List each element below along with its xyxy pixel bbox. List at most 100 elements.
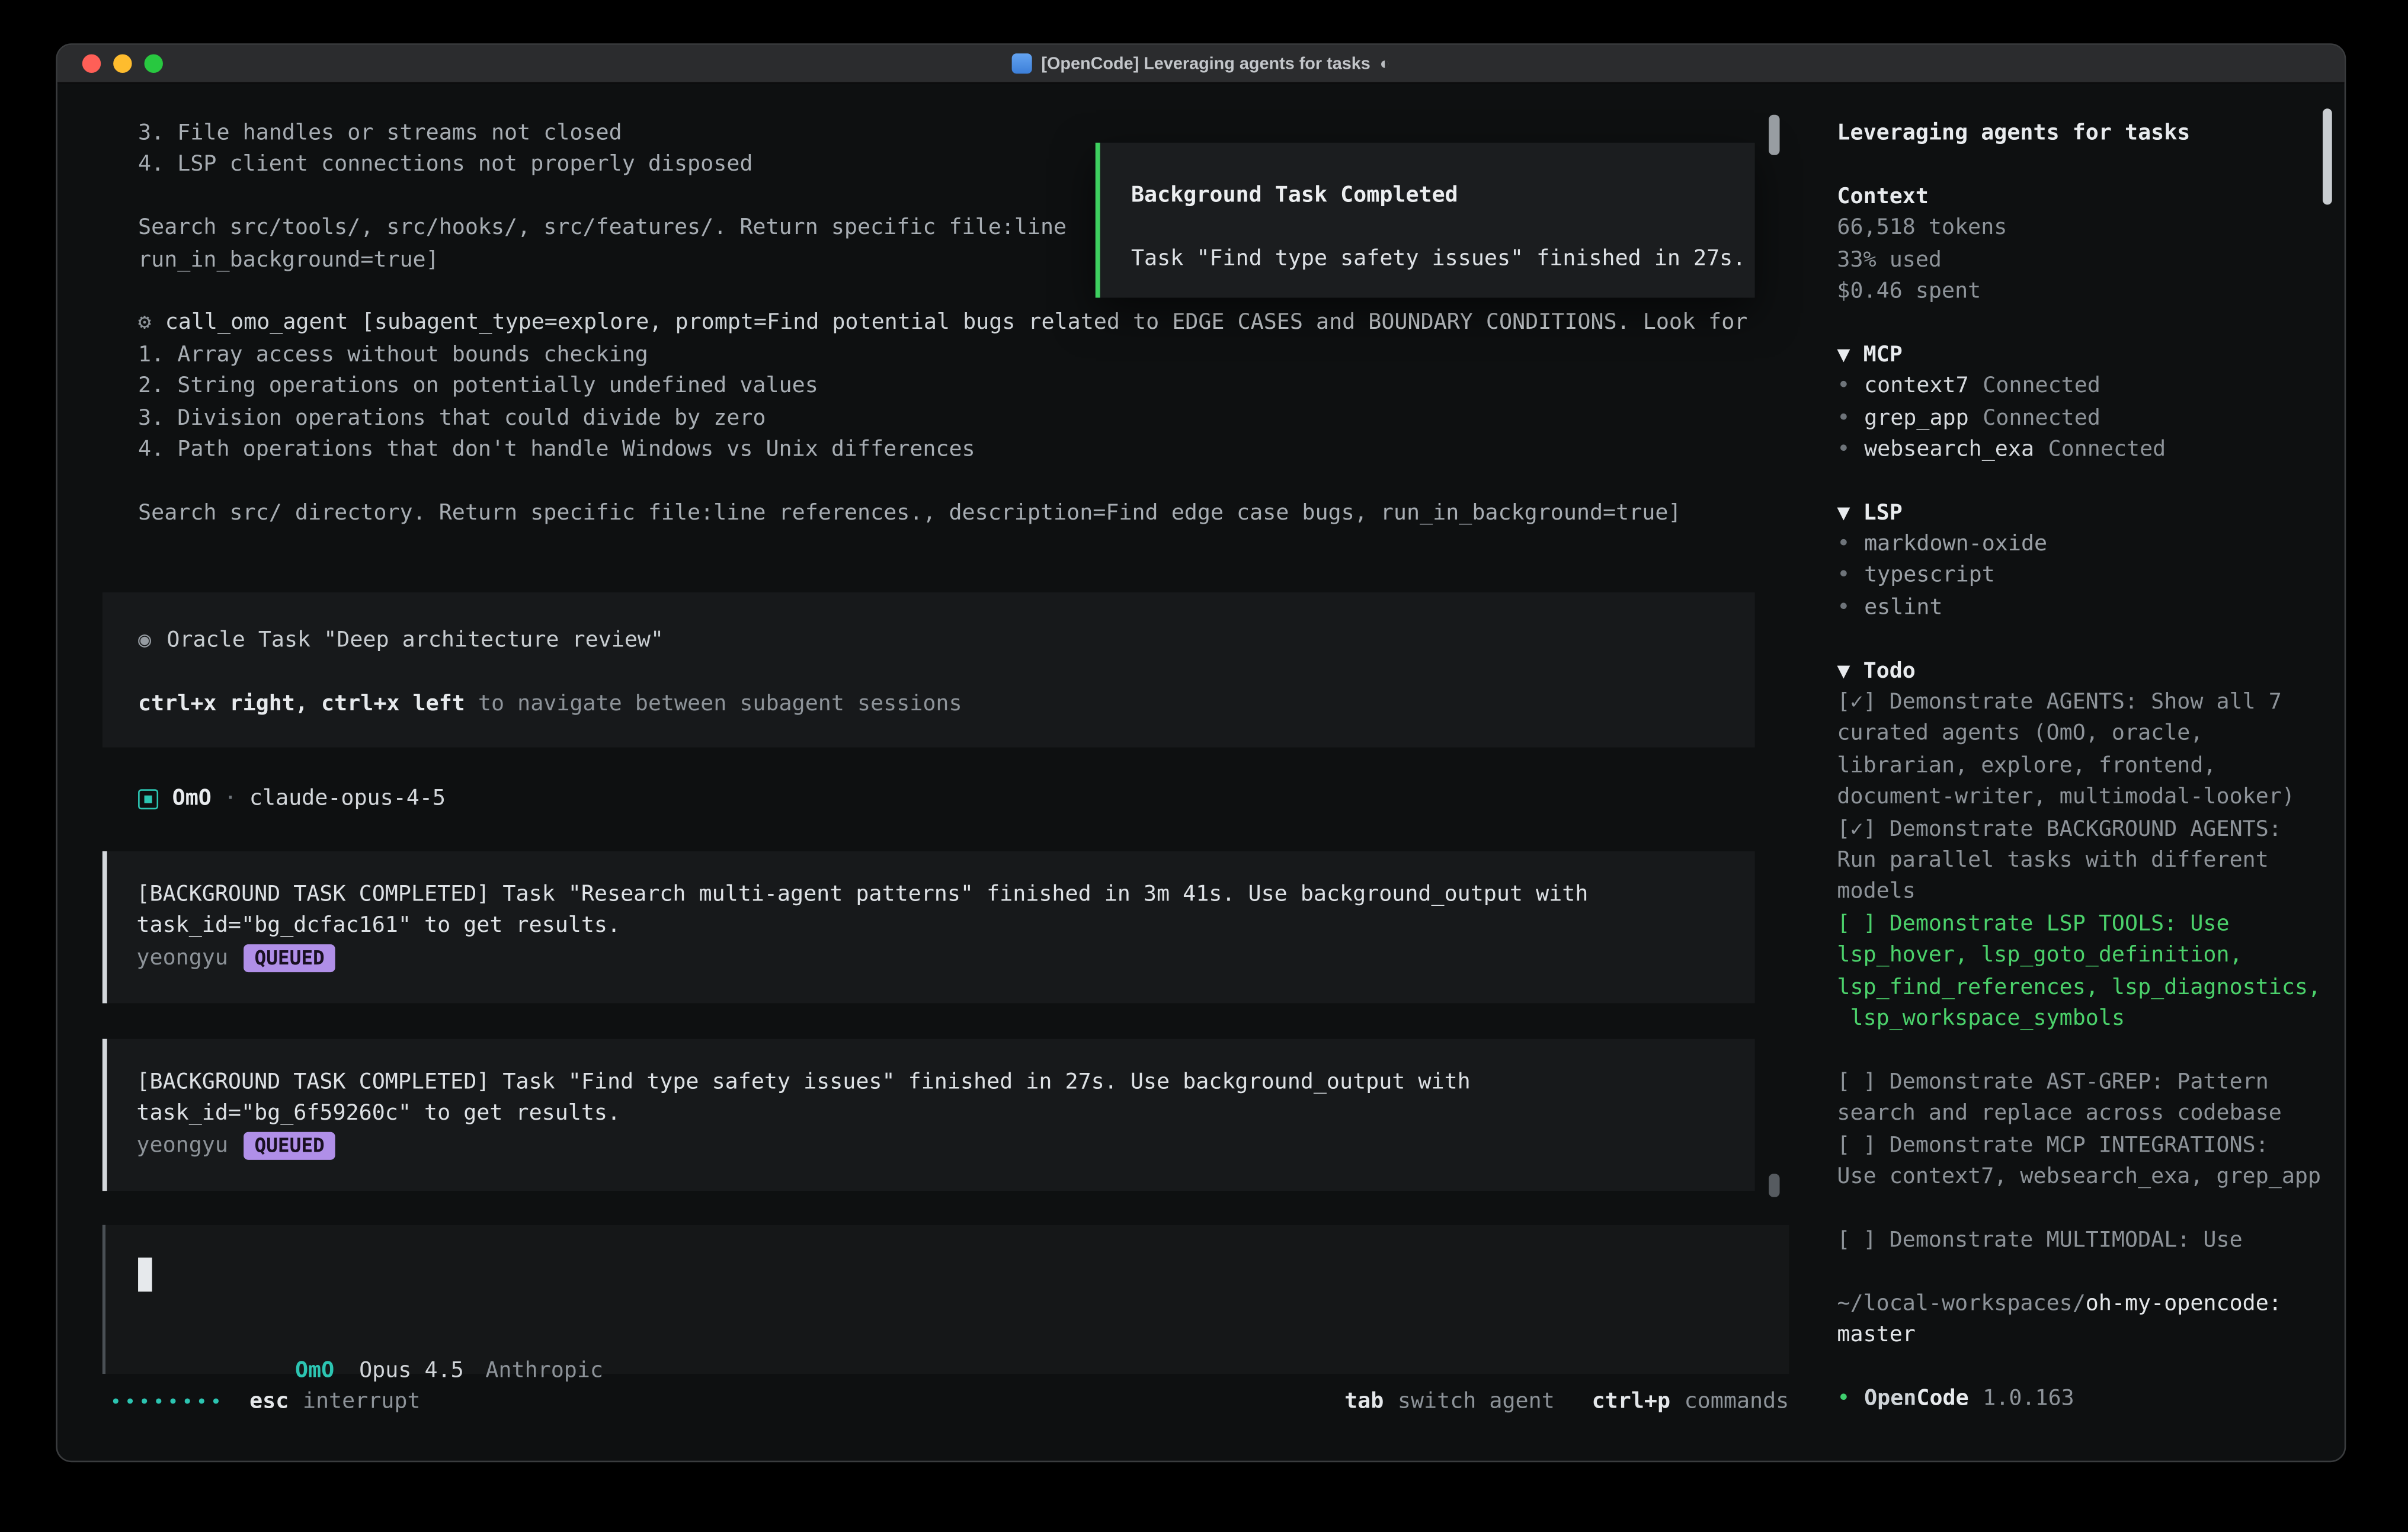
close-window-button[interactable] <box>82 55 101 73</box>
mcp-item: • grep_app Connected <box>1837 402 2324 434</box>
bullet-icon: • <box>1837 595 1850 620</box>
terminal-pane[interactable]: 3. File handles or streams not closed 4.… <box>57 84 1814 1460</box>
oracle-task-card[interactable]: ◉Oracle Task "Deep architecture review" … <box>103 592 1755 748</box>
blank-line <box>1837 1193 2324 1225</box>
agent-model: claude-opus-4-5 <box>249 783 446 815</box>
message-meta: yeongyuQUEUED <box>136 943 1724 974</box>
blank-line <box>138 466 1767 497</box>
task-completed-message[interactable]: [BACKGROUND TASK COMPLETED] Task "Resear… <box>103 851 1755 1004</box>
message-line: [BACKGROUND TASK COMPLETED] Task "Resear… <box>136 879 1724 911</box>
prompt-input[interactable]: OmOOpus 4.5Anthropic <box>103 1225 1789 1374</box>
lsp-item-name: eslint <box>1864 595 1942 620</box>
lsp-item-name: typescript <box>1864 563 1995 588</box>
hint-text: to navigate between subagent sessions <box>465 691 962 716</box>
blank-line <box>1837 1257 2324 1288</box>
message-author: yeongyu <box>136 946 228 970</box>
bullet-icon: • <box>1837 405 1850 430</box>
minimize-window-button[interactable] <box>113 55 132 73</box>
todo-item-pending: [ ] Demonstrate AST-GREP: Pattern search… <box>1837 1066 2324 1130</box>
sidebar-scrollbar-thumb[interactable] <box>2323 108 2332 204</box>
tool-call-line: ⚙call_omo_agent [subagent_type=explore, … <box>138 307 1767 339</box>
mcp-section-heading[interactable]: ▼ MCP <box>1837 339 2324 371</box>
task-completed-message[interactable]: [BACKGROUND TASK COMPLETED] Task "Find t… <box>103 1039 1755 1191</box>
app-version: 1.0.163 <box>1983 1386 2074 1411</box>
mcp-item-status: Connected <box>1983 374 2100 399</box>
todo-item-pending: [ ] Demonstrate MULTIMODAL: Use <box>1837 1225 2324 1257</box>
workspace-path: ~/local-workspaces/ <box>1837 1291 2085 1316</box>
terminal-line: 4. Path operations that don't handle Win… <box>138 434 1767 466</box>
desktop: [OpenCode] Leveraging agents for tasks ◐… <box>0 0 2408 1532</box>
app-version-line: •OpenCode1.0.163 <box>1837 1383 2324 1414</box>
tool-call-text: call_omo_agent [subagent_type=explore, p… <box>165 310 1748 335</box>
session-title: Leveraging agents for tasks <box>1837 118 2324 149</box>
mcp-item-name: context7 <box>1864 374 1969 399</box>
todo-item-active: [ ] Demonstrate LSP TOOLS: Use lsp_hover… <box>1837 908 2324 1035</box>
bullet-icon: • <box>1837 532 1850 557</box>
workspace-repo: oh-my-opencode: <box>2086 1291 2282 1316</box>
hint-keys: ctrl+x right, ctrl+x left <box>138 691 465 716</box>
bullet-icon: • <box>1837 374 1850 399</box>
loading-indicator-icon: ◐ <box>1380 55 1390 73</box>
message-line: [BACKGROUND TASK COMPLETED] Task "Find t… <box>136 1067 1724 1098</box>
mcp-item: • context7 Connected <box>1837 371 2324 402</box>
toast-body: Task "Find type safety issues" finished … <box>1131 243 1755 274</box>
todo-item-done: [✓] Demonstrate AGENTS: Show all 7 curat… <box>1837 687 2324 814</box>
text-cursor <box>138 1258 152 1292</box>
toast-title: Background Task Completed <box>1131 180 1755 211</box>
workspace-path-line: ~/local-workspaces/oh-my-opencode: <box>1837 1288 2324 1319</box>
tab-key-label: switch agent <box>1398 1387 1555 1418</box>
oracle-icon: ◉ <box>138 628 151 653</box>
context-used: 33% used <box>1837 244 2324 275</box>
mcp-item-name: grep_app <box>1864 405 1969 430</box>
mcp-item-status: Connected <box>1983 405 2100 430</box>
zoom-window-button[interactable] <box>145 55 163 73</box>
ctrlp-key-hint: ctrl+p <box>1592 1387 1670 1418</box>
navigation-hint: ctrl+x right, ctrl+x left to navigate be… <box>138 688 1718 720</box>
app-icon <box>1012 53 1032 73</box>
lsp-item: • typescript <box>1837 560 2324 592</box>
active-agent-label: OmO <box>295 1358 334 1383</box>
window-titlebar[interactable]: [OpenCode] Leveraging agents for tasks ◐ <box>57 45 2345 84</box>
todo-item-done: [✓] Demonstrate BACKGROUND AGENTS: Run p… <box>1837 813 2324 908</box>
mcp-item-status: Connected <box>2048 437 2166 462</box>
opencode-window: [OpenCode] Leveraging agents for tasks ◐… <box>56 43 2346 1462</box>
provider-label: Anthropic <box>485 1358 603 1383</box>
traffic-lights <box>82 55 163 73</box>
bullet-icon: • <box>1837 437 1850 462</box>
context-heading: Context <box>1837 181 2324 213</box>
terminal-scrollbar-thumb[interactable] <box>1769 115 1779 155</box>
window-title: [OpenCode] Leveraging agents for tasks <box>1041 55 1370 73</box>
blank-line <box>1837 466 2324 497</box>
context-tokens: 66,518 tokens <box>1837 213 2324 244</box>
blank-line <box>1837 307 2324 339</box>
todo-item-pending: [ ] Demonstrate MCP INTEGRATIONS: Use co… <box>1837 1130 2324 1193</box>
brand-code: Code <box>1916 1386 1968 1411</box>
message-line: task_id="bg_6f59260c" to get results. <box>136 1098 1724 1130</box>
mcp-item: •websearch_exaConnected <box>1837 434 2324 466</box>
esc-key-hint: esc <box>249 1387 289 1418</box>
window-content: 3. File handles or streams not closed 4.… <box>57 84 2345 1460</box>
blank-line <box>138 656 1718 688</box>
ctrlp-key-label: commands <box>1685 1387 1789 1418</box>
blank-line <box>1131 211 1755 243</box>
agent-icon <box>138 789 158 809</box>
lsp-item-name: markdown-oxide <box>1864 532 2047 557</box>
message-line: task_id="bg_dcfac161" to get results. <box>136 911 1724 942</box>
blank-line <box>1837 1035 2324 1066</box>
terminal-line: 1. Array access without bounds checking <box>138 339 1767 371</box>
active-model-label: Opus 4.5 <box>359 1358 464 1383</box>
lsp-section-heading[interactable]: ▼ LSP <box>1837 497 2324 528</box>
lsp-item: • eslint <box>1837 592 2324 623</box>
status-bar: •••••••• esc interrupt tab switch agent … <box>110 1386 1789 1419</box>
terminal-scrollbar-thumb[interactable] <box>1769 1174 1779 1197</box>
workspace-branch: master <box>1837 1320 2324 1351</box>
background-task-toast[interactable]: Background Task Completed Task "Find typ… <box>1096 143 1755 298</box>
brand-open: Open <box>1864 1386 1916 1411</box>
todo-section-heading[interactable]: ▼ Todo <box>1837 655 2324 687</box>
agent-session-header[interactable]: OmO · claude-opus-4-5 <box>138 783 446 815</box>
context-spent: $0.46 spent <box>1837 276 2324 307</box>
bullet-icon: • <box>1837 563 1850 588</box>
tab-key-hint: tab <box>1344 1387 1384 1418</box>
terminal-line: 2. String operations on potentially unde… <box>138 371 1767 402</box>
session-sidebar: Leveraging agents for tasks Context 66,5… <box>1814 84 2345 1460</box>
